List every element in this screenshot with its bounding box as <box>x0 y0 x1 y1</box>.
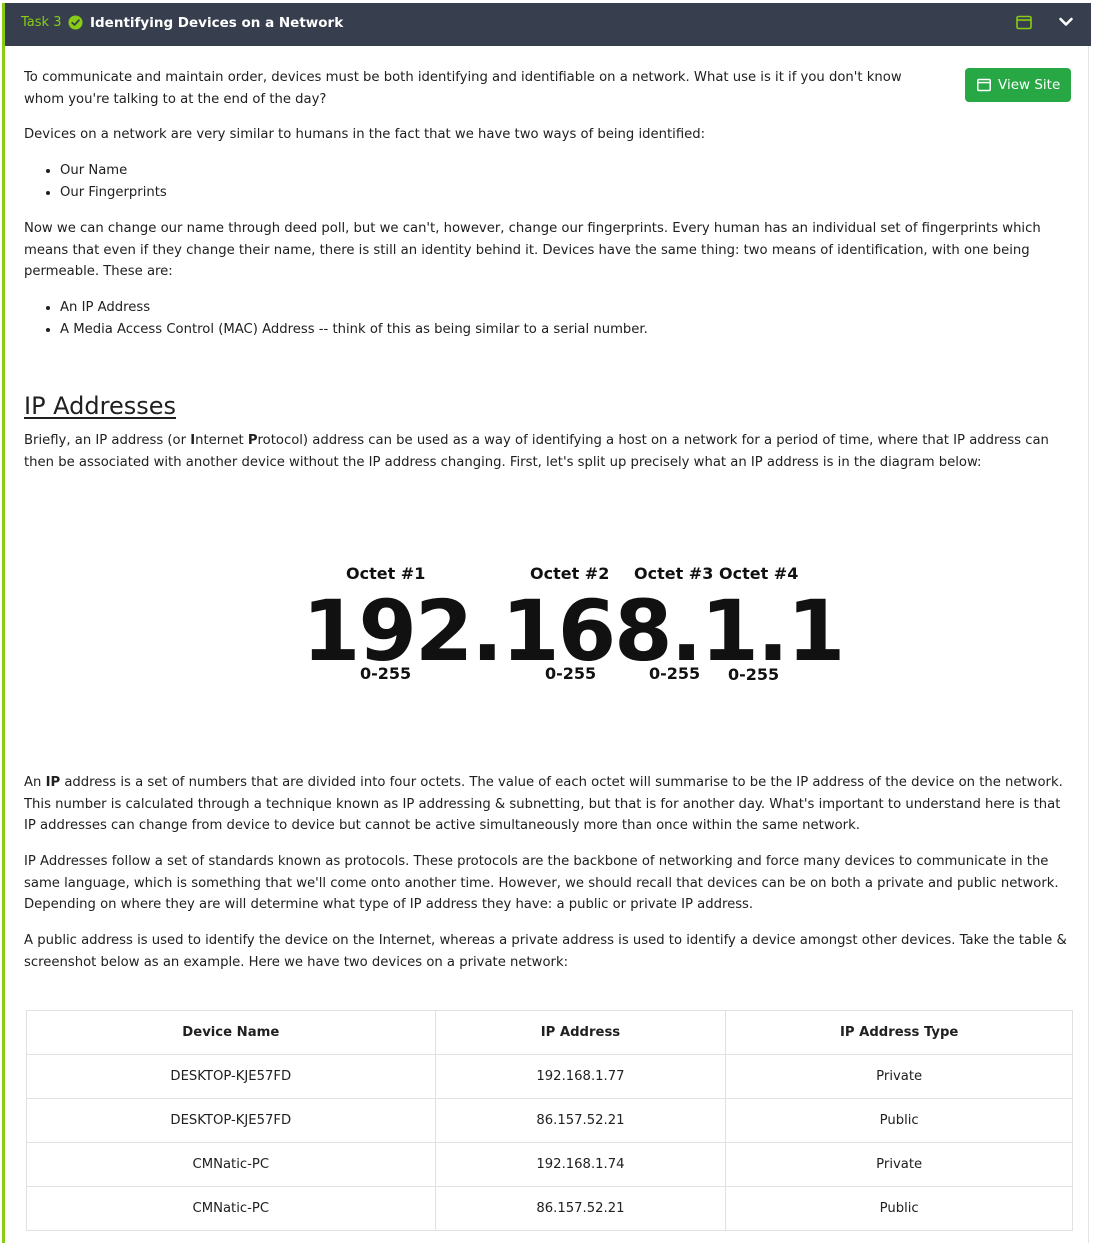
list-item: Our Fingerprints <box>60 182 167 204</box>
ip-address-example: 192.168.1.1 <box>302 582 845 680</box>
ip-paragraph-1: Briefly, an IP address (or Internet Prot… <box>24 433 1049 470</box>
list-item: Our Name <box>60 160 167 182</box>
table-row: DESKTOP-KJE57FD 86.157.52.21 Public <box>26 1098 1073 1143</box>
octet-label: Octet #3 <box>634 564 714 583</box>
column-header: Device Name <box>26 1010 436 1055</box>
intro-paragraph-2: Devices on a network are very similar to… <box>24 127 706 142</box>
list-item: An IP Address <box>60 297 648 319</box>
device-name-cell: DESKTOP-KJE57FD <box>26 1098 436 1143</box>
ip-address-cell: 192.168.1.77 <box>434 1054 727 1099</box>
ip-address-cell: 86.157.52.21 <box>434 1098 727 1143</box>
table-header-row: Device Name IP Address IP Address Type <box>26 1010 1073 1055</box>
ip-type-cell: Private <box>725 1142 1073 1187</box>
task-card: Task 3 Identifying Devices on a Network … <box>2 3 1091 1243</box>
ip-type-cell: Public <box>725 1098 1073 1143</box>
intro-paragraph-3: Now we can change our name through deed … <box>24 221 1041 280</box>
octet-range: 0-255 <box>728 665 780 684</box>
device-name-cell: CMNatic-PC <box>26 1186 436 1231</box>
device-name-cell: DESKTOP-KJE57FD <box>26 1054 436 1099</box>
task-header[interactable]: Task 3 Identifying Devices on a Network <box>2 3 1091 46</box>
octet-label: Octet #4 <box>719 564 799 583</box>
ip-address-cell: 192.168.1.74 <box>434 1142 727 1187</box>
ip-address-table: Device Name IP Address IP Address Type D… <box>26 1010 1073 1231</box>
ip-address-cell: 86.157.52.21 <box>434 1186 727 1231</box>
view-site-label: View Site <box>998 77 1061 93</box>
chevron-down-icon[interactable] <box>1058 16 1074 28</box>
octet-range: 0-255 <box>545 664 597 683</box>
octet-range: 0-255 <box>649 664 701 683</box>
device-name-cell: CMNatic-PC <box>26 1142 436 1187</box>
ip-type-cell: Public <box>725 1186 1073 1231</box>
task-number: Task 3 <box>21 15 62 30</box>
table-row: CMNatic-PC 192.168.1.74 Private <box>26 1142 1073 1187</box>
check-circle-icon <box>68 15 83 30</box>
ip-paragraph-2: An IP address is a set of numbers that a… <box>24 775 1063 834</box>
view-site-button[interactable]: View Site <box>965 68 1071 102</box>
octet-label: Octet #2 <box>530 564 610 583</box>
octet-label: Octet #1 <box>346 564 426 583</box>
ip-type-cell: Private <box>725 1054 1073 1099</box>
window-icon[interactable] <box>1016 15 1032 30</box>
intro-paragraph-1: To communicate and maintain order, devic… <box>24 70 902 107</box>
octet-range: 0-255 <box>360 664 412 683</box>
task-title: Identifying Devices on a Network <box>90 15 344 31</box>
column-header: IP Address <box>434 1010 727 1055</box>
table-row: DESKTOP-KJE57FD 192.168.1.77 Private <box>26 1054 1073 1099</box>
browser-window-icon <box>977 78 991 92</box>
ip-paragraph-4: A public address is used to identify the… <box>24 933 1067 970</box>
column-header: IP Address Type <box>725 1010 1073 1055</box>
identification-list: Our Name Our Fingerprints <box>24 160 167 204</box>
device-identifiers-list: An IP Address A Media Access Control (MA… <box>24 297 648 341</box>
table-row: CMNatic-PC 86.157.52.21 Public <box>26 1186 1073 1231</box>
list-item: A Media Access Control (MAC) Address -- … <box>60 319 648 341</box>
ip-address-diagram: Octet #1 Octet #2 Octet #3 Octet #4 192.… <box>24 556 1074 696</box>
ip-paragraph-3: IP Addresses follow a set of standards k… <box>24 854 1059 913</box>
section-heading-ip-addresses: IP Addresses <box>24 392 177 420</box>
